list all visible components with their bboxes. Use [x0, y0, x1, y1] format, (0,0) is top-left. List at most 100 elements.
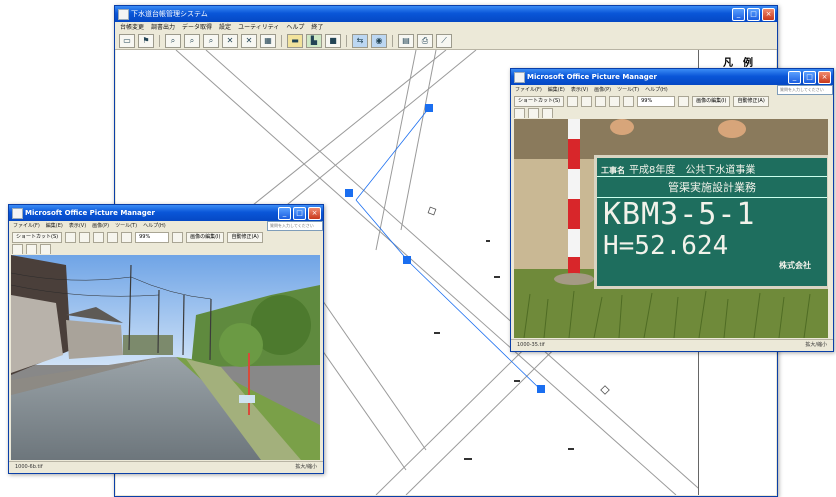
street-photo: [11, 255, 320, 460]
shortcuts-button[interactable]: ショートカット(S): [514, 96, 565, 107]
zoom-area-icon[interactable]: ⌕: [203, 34, 219, 48]
cross-icon[interactable]: ✕: [222, 34, 238, 48]
delete-icon[interactable]: ✕: [241, 34, 257, 48]
undo-icon[interactable]: [121, 232, 133, 243]
status-filename: 1000-35.tif: [517, 342, 545, 348]
menu-item-edit[interactable]: 編集(E): [46, 221, 63, 231]
pm-right-titlebar[interactable]: Microsoft Office Picture Manager _ □ ×: [511, 69, 833, 85]
board-work-title: 管渠実施設計業務: [597, 177, 827, 198]
single-view-icon[interactable]: [40, 244, 51, 254]
menu-item-daicho[interactable]: 台帳変更: [120, 22, 144, 33]
pm-right-viewbar: [511, 108, 833, 118]
board-project-name: 平成8年度 公共下水道事業: [629, 165, 756, 176]
delete-icon[interactable]: [609, 96, 621, 107]
map-annotation: [464, 458, 472, 460]
report-icon[interactable]: ▤: [398, 34, 414, 48]
minimize-button[interactable]: _: [278, 207, 291, 220]
copy-icon[interactable]: [595, 96, 607, 107]
zoom-out-icon[interactable]: ⌕: [184, 34, 200, 48]
pm-left-toolbar: ショートカット(S) 99% 画像の編集(I) 自動修正(A): [9, 231, 323, 244]
map-view-icon[interactable]: ⇆: [352, 34, 368, 48]
pm-left-viewbar: [9, 244, 323, 254]
cut-icon[interactable]: [79, 232, 91, 243]
open-folder-icon[interactable]: ▭: [119, 34, 135, 48]
menu-item-picture[interactable]: 画像(P): [594, 85, 611, 95]
status-filename: 1000-6b.tif: [15, 464, 43, 470]
zoom-select[interactable]: 99%: [135, 232, 170, 243]
rotate-icon[interactable]: [172, 232, 184, 243]
rotate-icon[interactable]: [678, 96, 690, 107]
benchmark-marker: [427, 206, 437, 216]
board-label: 工事名: [601, 166, 625, 175]
pipe-icon[interactable]: ▬: [287, 34, 303, 48]
app-icon: [118, 9, 129, 20]
menu-item-help[interactable]: ヘルプ(H): [645, 85, 668, 95]
menu-item-view[interactable]: 表示(V): [571, 85, 588, 95]
help-search-input[interactable]: 質問を入力してください: [777, 85, 833, 95]
menu-item-picture[interactable]: 画像(P): [92, 221, 109, 231]
menu-item-data[interactable]: データ取得: [182, 22, 212, 33]
flag-icon[interactable]: ⚑: [138, 34, 154, 48]
undo-icon[interactable]: [623, 96, 635, 107]
autofix-button[interactable]: 自動修正(A): [733, 96, 769, 107]
map-annotation: [434, 332, 440, 334]
thumbnail-view-icon[interactable]: [12, 244, 23, 254]
board-company: 株式会社: [779, 261, 811, 270]
menu-item-help[interactable]: ヘルプ(H): [143, 221, 166, 231]
copy-icon[interactable]: [93, 232, 105, 243]
menu-item-file[interactable]: ファイル(F): [13, 221, 40, 231]
photo-viewer-right: Microsoft Office Picture Manager _ □ × フ…: [510, 68, 834, 352]
save-icon[interactable]: [65, 232, 77, 243]
help-search-input[interactable]: 質問を入力してください: [267, 221, 323, 231]
filmstrip-view-icon[interactable]: [26, 244, 37, 254]
filmstrip-view-icon[interactable]: [528, 108, 539, 118]
road-edge: [400, 50, 437, 231]
zoom-in-icon[interactable]: ⌕: [165, 34, 181, 48]
frame-icon[interactable]: ▦: [260, 34, 276, 48]
benchmark-photo: 工事名 平成8年度 公共下水道事業 管渠実施設計業務 KBM3-5-1 H=52…: [514, 119, 828, 338]
map-annotation: [514, 380, 520, 382]
minimize-button[interactable]: _: [732, 8, 745, 21]
pm-left-title: Microsoft Office Picture Manager: [25, 209, 155, 217]
menu-item-tools[interactable]: ツール(T): [617, 85, 639, 95]
main-titlebar[interactable]: 下水道台帳管理システム _ □ ×: [115, 6, 777, 22]
menu-item-view[interactable]: 表示(V): [69, 221, 86, 231]
minimize-button[interactable]: _: [788, 71, 801, 84]
benchmark-marker: [600, 385, 610, 395]
save-icon[interactable]: [567, 96, 579, 107]
chart-icon[interactable]: ▙: [306, 34, 322, 48]
maximize-button[interactable]: □: [747, 8, 760, 21]
zoom-slider-label[interactable]: 拡大/縮小: [295, 462, 317, 473]
menu-item-exit[interactable]: 終了: [311, 22, 323, 33]
menu-item-utility[interactable]: ユーティリティ: [238, 22, 279, 33]
autofix-button[interactable]: 自動修正(A): [227, 232, 263, 243]
single-view-icon[interactable]: [542, 108, 553, 118]
globe-icon[interactable]: ◉: [371, 34, 387, 48]
menu-item-settings[interactable]: 設定: [219, 22, 231, 33]
maximize-button[interactable]: □: [293, 207, 306, 220]
measure-icon[interactable]: ⟋: [436, 34, 452, 48]
menu-item-tools[interactable]: ツール(T): [115, 221, 137, 231]
close-button[interactable]: ×: [308, 207, 321, 220]
menu-item-chosho[interactable]: 調書出力: [151, 22, 175, 33]
edit-picture-button[interactable]: 画像の編集(I): [692, 96, 731, 107]
close-button[interactable]: ×: [762, 8, 775, 21]
close-button[interactable]: ×: [818, 71, 831, 84]
layer-icon[interactable]: ■: [325, 34, 341, 48]
pm-left-titlebar[interactable]: Microsoft Office Picture Manager _ □ ×: [9, 205, 323, 221]
print-icon[interactable]: ⎙: [417, 34, 433, 48]
menu-item-help[interactable]: ヘルプ: [286, 22, 304, 33]
toolbar-separator: [281, 35, 282, 47]
cut-icon[interactable]: [581, 96, 593, 107]
photo-viewer-left: Microsoft Office Picture Manager _ □ × フ…: [8, 204, 324, 474]
delete-icon[interactable]: [107, 232, 119, 243]
shortcuts-button[interactable]: ショートカット(S): [12, 232, 63, 243]
thumbnail-view-icon[interactable]: [514, 108, 525, 118]
zoom-select[interactable]: 99%: [637, 96, 676, 107]
pm-left-statusbar: 1000-6b.tif 拡大/縮小: [9, 461, 323, 473]
edit-picture-button[interactable]: 画像の編集(I): [186, 232, 225, 243]
maximize-button[interactable]: □: [803, 71, 816, 84]
menu-item-edit[interactable]: 編集(E): [548, 85, 565, 95]
zoom-slider-label[interactable]: 拡大/縮小: [805, 340, 827, 351]
menu-item-file[interactable]: ファイル(F): [515, 85, 542, 95]
